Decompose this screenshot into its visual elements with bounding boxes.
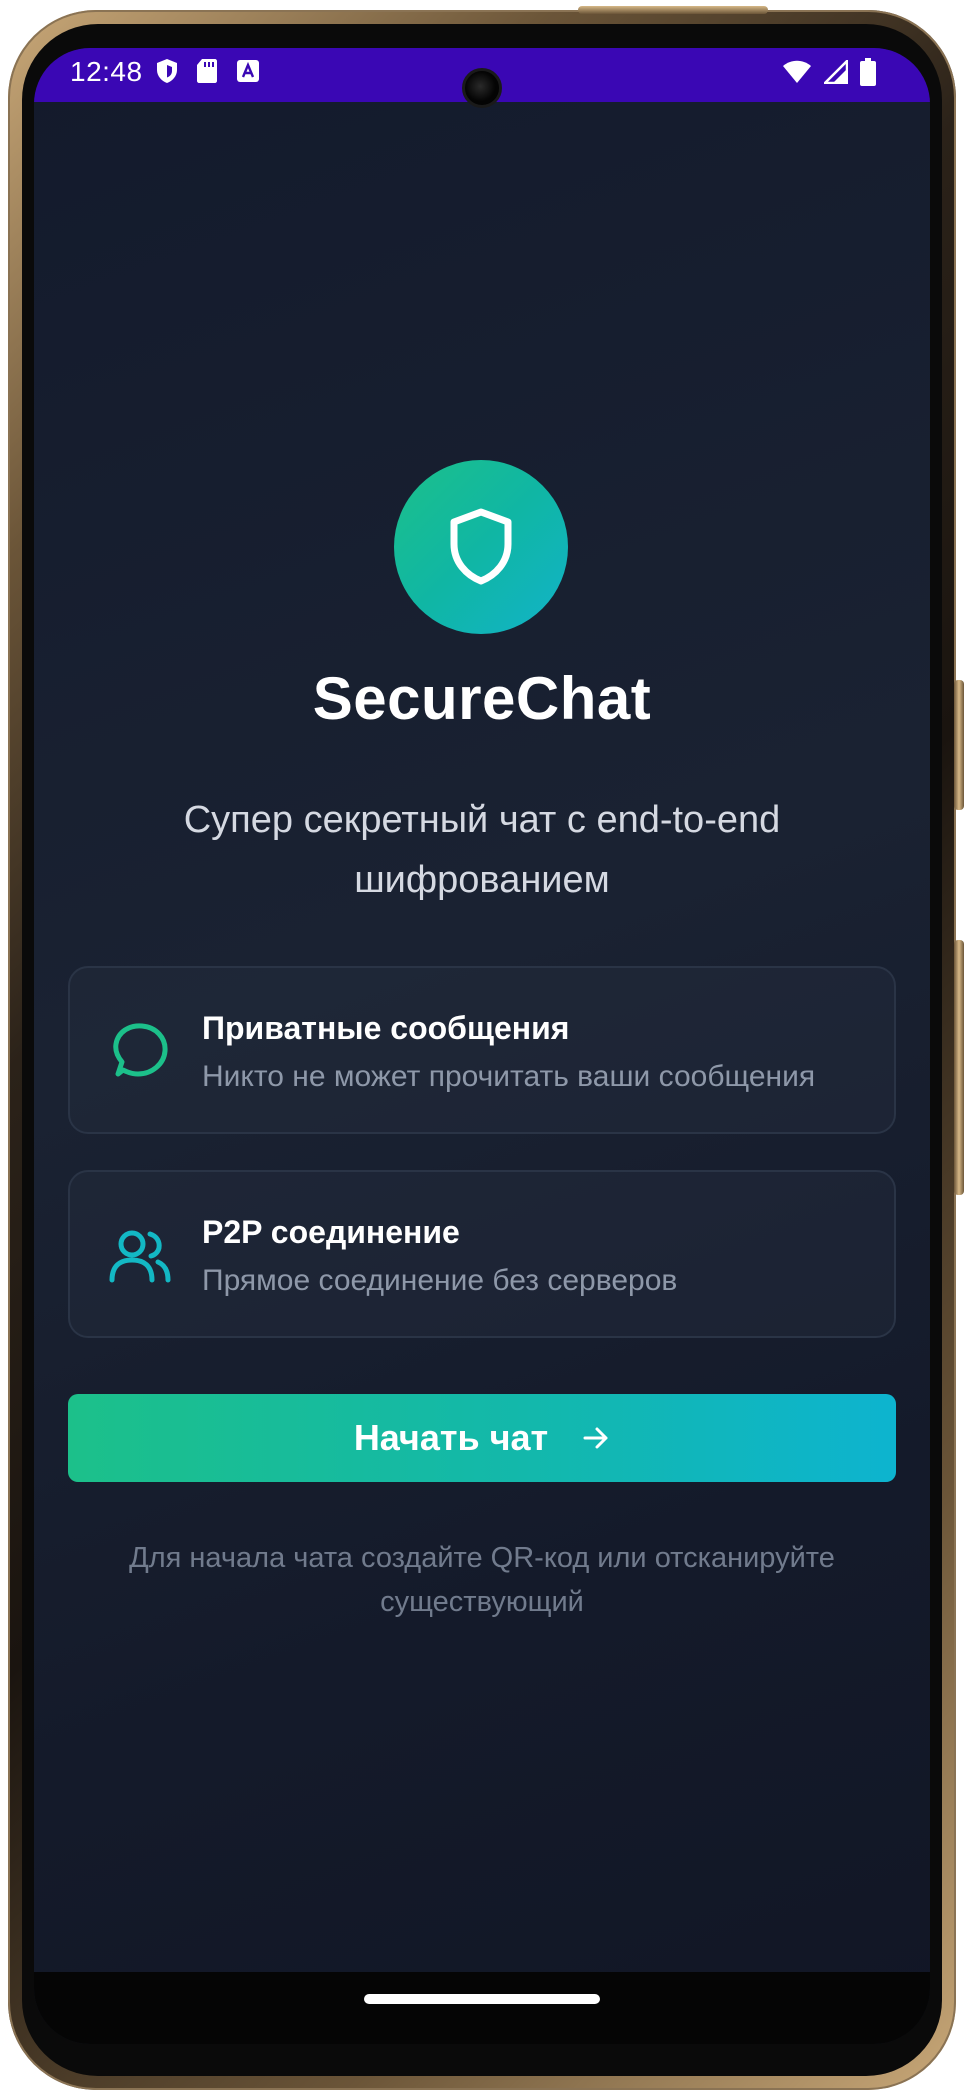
status-time: 12:48 bbox=[70, 56, 143, 87]
app-subtitle: Супер секретный чат с end-to-end шифрова… bbox=[183, 799, 781, 901]
feature-title: P2P соединение bbox=[202, 1214, 460, 1250]
feature-card-private-messages: Приватные сообщения Никто не может прочи… bbox=[68, 966, 896, 1134]
wifi-icon bbox=[783, 60, 811, 83]
front-camera bbox=[462, 68, 502, 108]
power-button bbox=[954, 680, 964, 810]
feature-title: Приватные сообщения bbox=[202, 1010, 570, 1046]
app-title: SecureChat bbox=[312, 665, 652, 732]
translate-icon bbox=[237, 60, 259, 82]
sd-card-icon bbox=[197, 59, 217, 83]
feature-description: Прямое соединение без серверов bbox=[202, 1264, 678, 1297]
start-chat-button[interactable]: Начать чат bbox=[68, 1394, 896, 1482]
status-system-icons bbox=[782, 58, 876, 86]
signal-icon bbox=[824, 60, 848, 84]
gesture-navigation-bar bbox=[34, 1972, 930, 2044]
shield-icon bbox=[157, 59, 177, 83]
volume-button bbox=[954, 940, 964, 1195]
battery-icon bbox=[860, 58, 876, 86]
top-hardware-button bbox=[578, 6, 768, 14]
app-logo bbox=[394, 460, 568, 634]
users-icon bbox=[109, 1230, 171, 1283]
feature-description: Никто не может прочитать ваши сообщения bbox=[202, 1060, 816, 1093]
status-notification-icons bbox=[156, 58, 260, 84]
start-chat-label: Начать чат bbox=[353, 1417, 549, 1458]
hint-text: Для начала чата создайте QR-код или отск… bbox=[129, 1542, 835, 1618]
app-screen: 12:48 SecureChat Супер секретный чат с e… bbox=[34, 48, 930, 2044]
feature-card-p2p: P2P соединение Прямое соединение без сер… bbox=[68, 1170, 896, 1338]
arrow-right-icon bbox=[583, 1427, 608, 1449]
home-indicator[interactable] bbox=[364, 1994, 600, 2004]
chat-bubble-icon bbox=[113, 1023, 168, 1077]
shield-icon bbox=[450, 508, 512, 585]
